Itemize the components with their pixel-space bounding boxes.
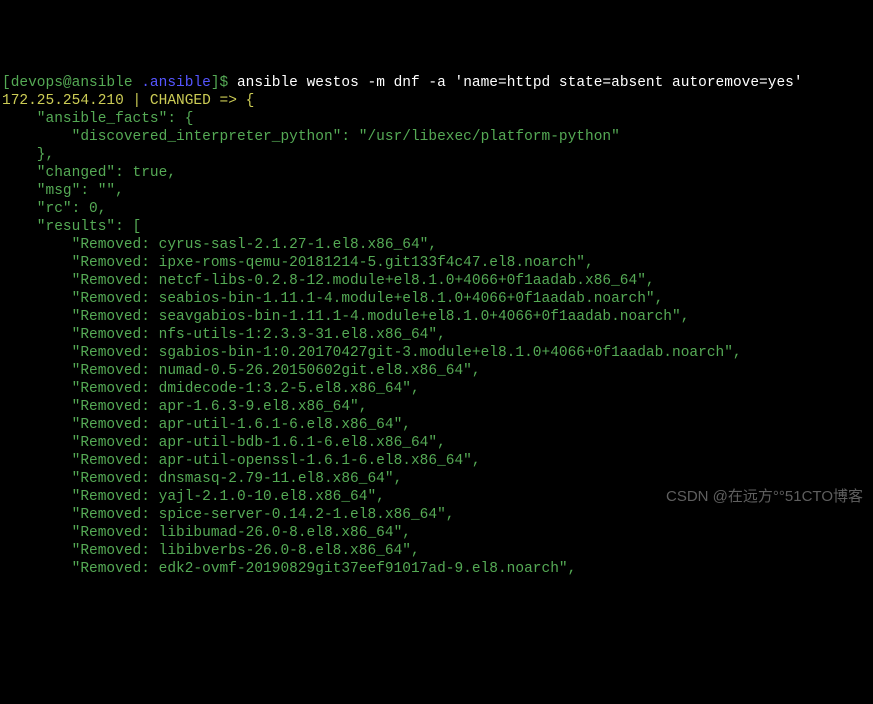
result-line: "Removed: dnsmasq-2.79-11.el8.x86_64",: [2, 471, 402, 487]
prompt-cwd: .ansible: [141, 75, 211, 91]
result-line: "Removed: netcf-libs-0.2.8-12.module+el8…: [2, 273, 655, 289]
result-line: "Removed: ipxe-roms-qemu-20181214-5.git1…: [2, 255, 594, 271]
output-line: "rc": 0,: [2, 201, 106, 217]
output-line: },: [2, 147, 54, 163]
result-line: "Removed: apr-util-1.6.1-6.el8.x86_64",: [2, 417, 411, 433]
prompt-user-host: [devops@ansible: [2, 75, 141, 91]
result-line: "Removed: seavgabios-bin-1.11.1-4.module…: [2, 309, 689, 325]
output-line: "discovered_interpreter_python": "/usr/l…: [2, 129, 620, 145]
result-line: "Removed: sgabios-bin-1:0.20170427git-3.…: [2, 345, 742, 361]
result-line: "Removed: libibverbs-26.0-8.el8.x86_64",: [2, 543, 420, 559]
output-line: "results": [: [2, 219, 141, 235]
result-line: "Removed: apr-util-bdb-1.6.1-6.el8.x86_6…: [2, 435, 446, 451]
output-line: "ansible_facts": {: [2, 111, 193, 127]
output-line: "changed": true,: [2, 165, 176, 181]
result-line: "Removed: nfs-utils-1:2.3.3-31.el8.x86_6…: [2, 327, 446, 343]
result-line: "Removed: dmidecode-1:3.2-5.el8.x86_64",: [2, 381, 420, 397]
result-line: "Removed: apr-1.6.3-9.el8.x86_64",: [2, 399, 367, 415]
result-line: "Removed: numad-0.5-26.20150602git.el8.x…: [2, 363, 481, 379]
result-line: "Removed: yajl-2.1.0-10.el8.x86_64",: [2, 489, 385, 505]
result-line: "Removed: cyrus-sasl-2.1.27-1.el8.x86_64…: [2, 237, 437, 253]
command-text: ansible westos -m dnf -a 'name=httpd sta…: [237, 75, 803, 91]
result-line: "Removed: spice-server-0.14.2-1.el8.x86_…: [2, 507, 454, 523]
result-line: "Removed: apr-util-openssl-1.6.1-6.el8.x…: [2, 453, 481, 469]
watermark-text: CSDN @在远方°°51CTO博客: [666, 488, 863, 506]
result-line: "Removed: libibumad-26.0-8.el8.x86_64",: [2, 525, 411, 541]
output-line: "msg": "",: [2, 183, 124, 199]
result-line: "Removed: edk2-ovmf-20190829git37eef9101…: [2, 561, 576, 577]
prompt-suffix: ]$: [211, 75, 237, 91]
result-line: "Removed: seabios-bin-1.11.1-4.module+el…: [2, 291, 663, 307]
host-status-line: 172.25.254.210 | CHANGED => {: [2, 93, 254, 109]
